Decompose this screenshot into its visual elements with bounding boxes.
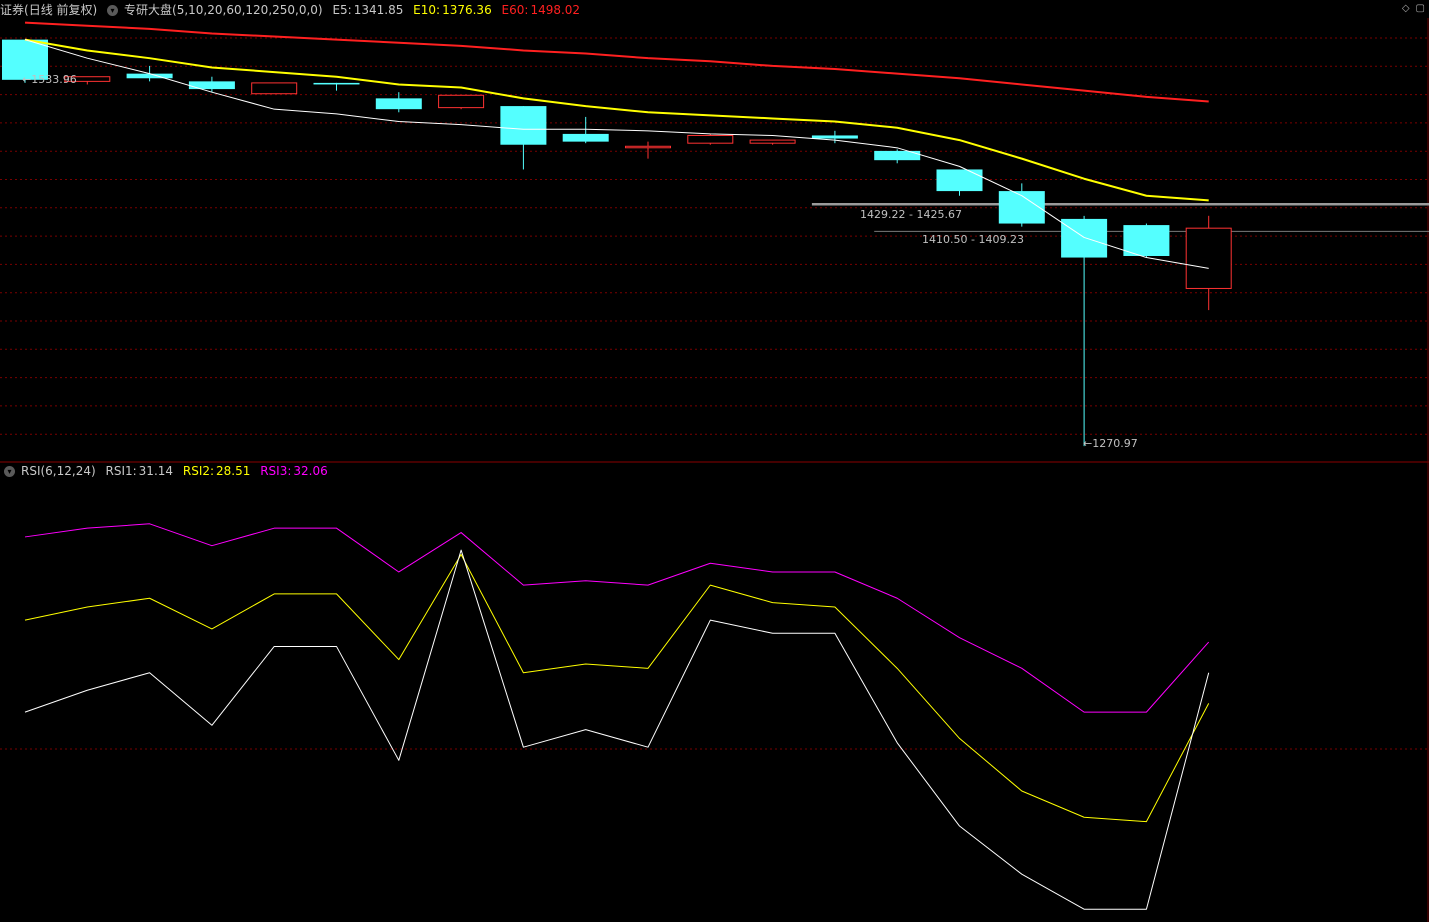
diamond-icon[interactable]: ◇ <box>1402 3 1410 14</box>
candle <box>1061 215 1108 447</box>
candle-body-down <box>375 98 422 110</box>
e10-line <box>24 38 1209 202</box>
candle <box>1185 215 1232 311</box>
candle-body-down <box>313 82 360 85</box>
window-buttons: ◇ ▢ <box>1396 3 1425 14</box>
e60-value: 1498.02 <box>530 3 581 17</box>
chart-canvas[interactable]: ←1533.96 ←1270.97 1429.22 - 1425.67 1410.50… <box>0 0 1429 922</box>
candle <box>251 82 298 95</box>
candle-body-up <box>625 145 671 149</box>
gap-lower-label: 1410.50 - 1409.23 <box>922 233 1024 246</box>
rsi1-label: RSI1: <box>105 464 137 478</box>
candle <box>625 141 671 159</box>
candle-body-up <box>749 139 796 144</box>
candle-body-down <box>126 73 173 79</box>
main-chart-header: 证券(日线 前复权) ▾ 专研大盘(5,10,20,60,120,250,0,0)… <box>0 1 586 19</box>
rsi3-value: 32.06 <box>293 464 328 478</box>
high-price-label: ←1533.96 <box>22 73 77 86</box>
e5-value: 1341.85 <box>353 3 404 17</box>
rsi-name[interactable]: RSI(6,12,24) <box>21 464 96 478</box>
candle-body-down <box>936 169 983 192</box>
candle <box>998 183 1045 227</box>
indicator-name[interactable]: 专研大盘(5,10,20,60,120,250,0,0) <box>124 3 323 17</box>
security-name[interactable]: 证券 <box>0 3 24 17</box>
candle-body-up <box>687 134 734 144</box>
candle-body-up <box>438 94 485 109</box>
candle <box>438 94 485 110</box>
rsi1-value: 31.14 <box>138 464 174 478</box>
candle-body-down <box>500 106 547 145</box>
rsi3-line <box>24 523 1210 713</box>
candle-body-up <box>251 82 298 95</box>
e10-label: E10: <box>413 3 441 17</box>
candle <box>188 76 235 93</box>
low-price-label: ←1270.97 <box>1083 437 1138 450</box>
candle <box>874 149 921 164</box>
candle <box>500 106 547 170</box>
candle-body-down <box>811 135 858 139</box>
rsi2-value: 28.51 <box>216 464 251 478</box>
collapse-icon[interactable]: ▾ <box>107 5 119 16</box>
candle <box>749 139 796 145</box>
square-icon[interactable]: ▢ <box>1416 3 1425 14</box>
rsi-header: ▾ RSI(6,12,24) RSI1: 31.14 RSI2: 28.51 RSI3… <box>0 462 334 480</box>
e5-label: E5: <box>332 3 352 17</box>
rsi3-label: RSI3: <box>260 464 292 478</box>
candle <box>313 82 360 91</box>
candle-body-down <box>562 133 609 142</box>
e60-label: E60: <box>501 3 529 17</box>
candle-body-up <box>1185 227 1232 289</box>
period-label: (日线 前复权) <box>24 3 98 17</box>
candle <box>936 169 983 196</box>
candle-body-down <box>1123 225 1170 256</box>
candle-body-down <box>1061 218 1108 258</box>
candle <box>811 130 858 144</box>
candle <box>687 133 734 145</box>
e5-line <box>24 39 1209 269</box>
gap-upper-label: 1429.22 - 1425.67 <box>860 208 962 221</box>
collapse-icon[interactable]: ▾ <box>4 466 15 477</box>
candle-body-down <box>188 81 235 90</box>
rsi1-line <box>24 549 1210 910</box>
rsi2-line <box>24 553 1210 823</box>
candle <box>375 92 422 113</box>
rsi2-label: RSI2: <box>182 464 215 478</box>
e10-value: 1376.36 <box>442 3 492 17</box>
